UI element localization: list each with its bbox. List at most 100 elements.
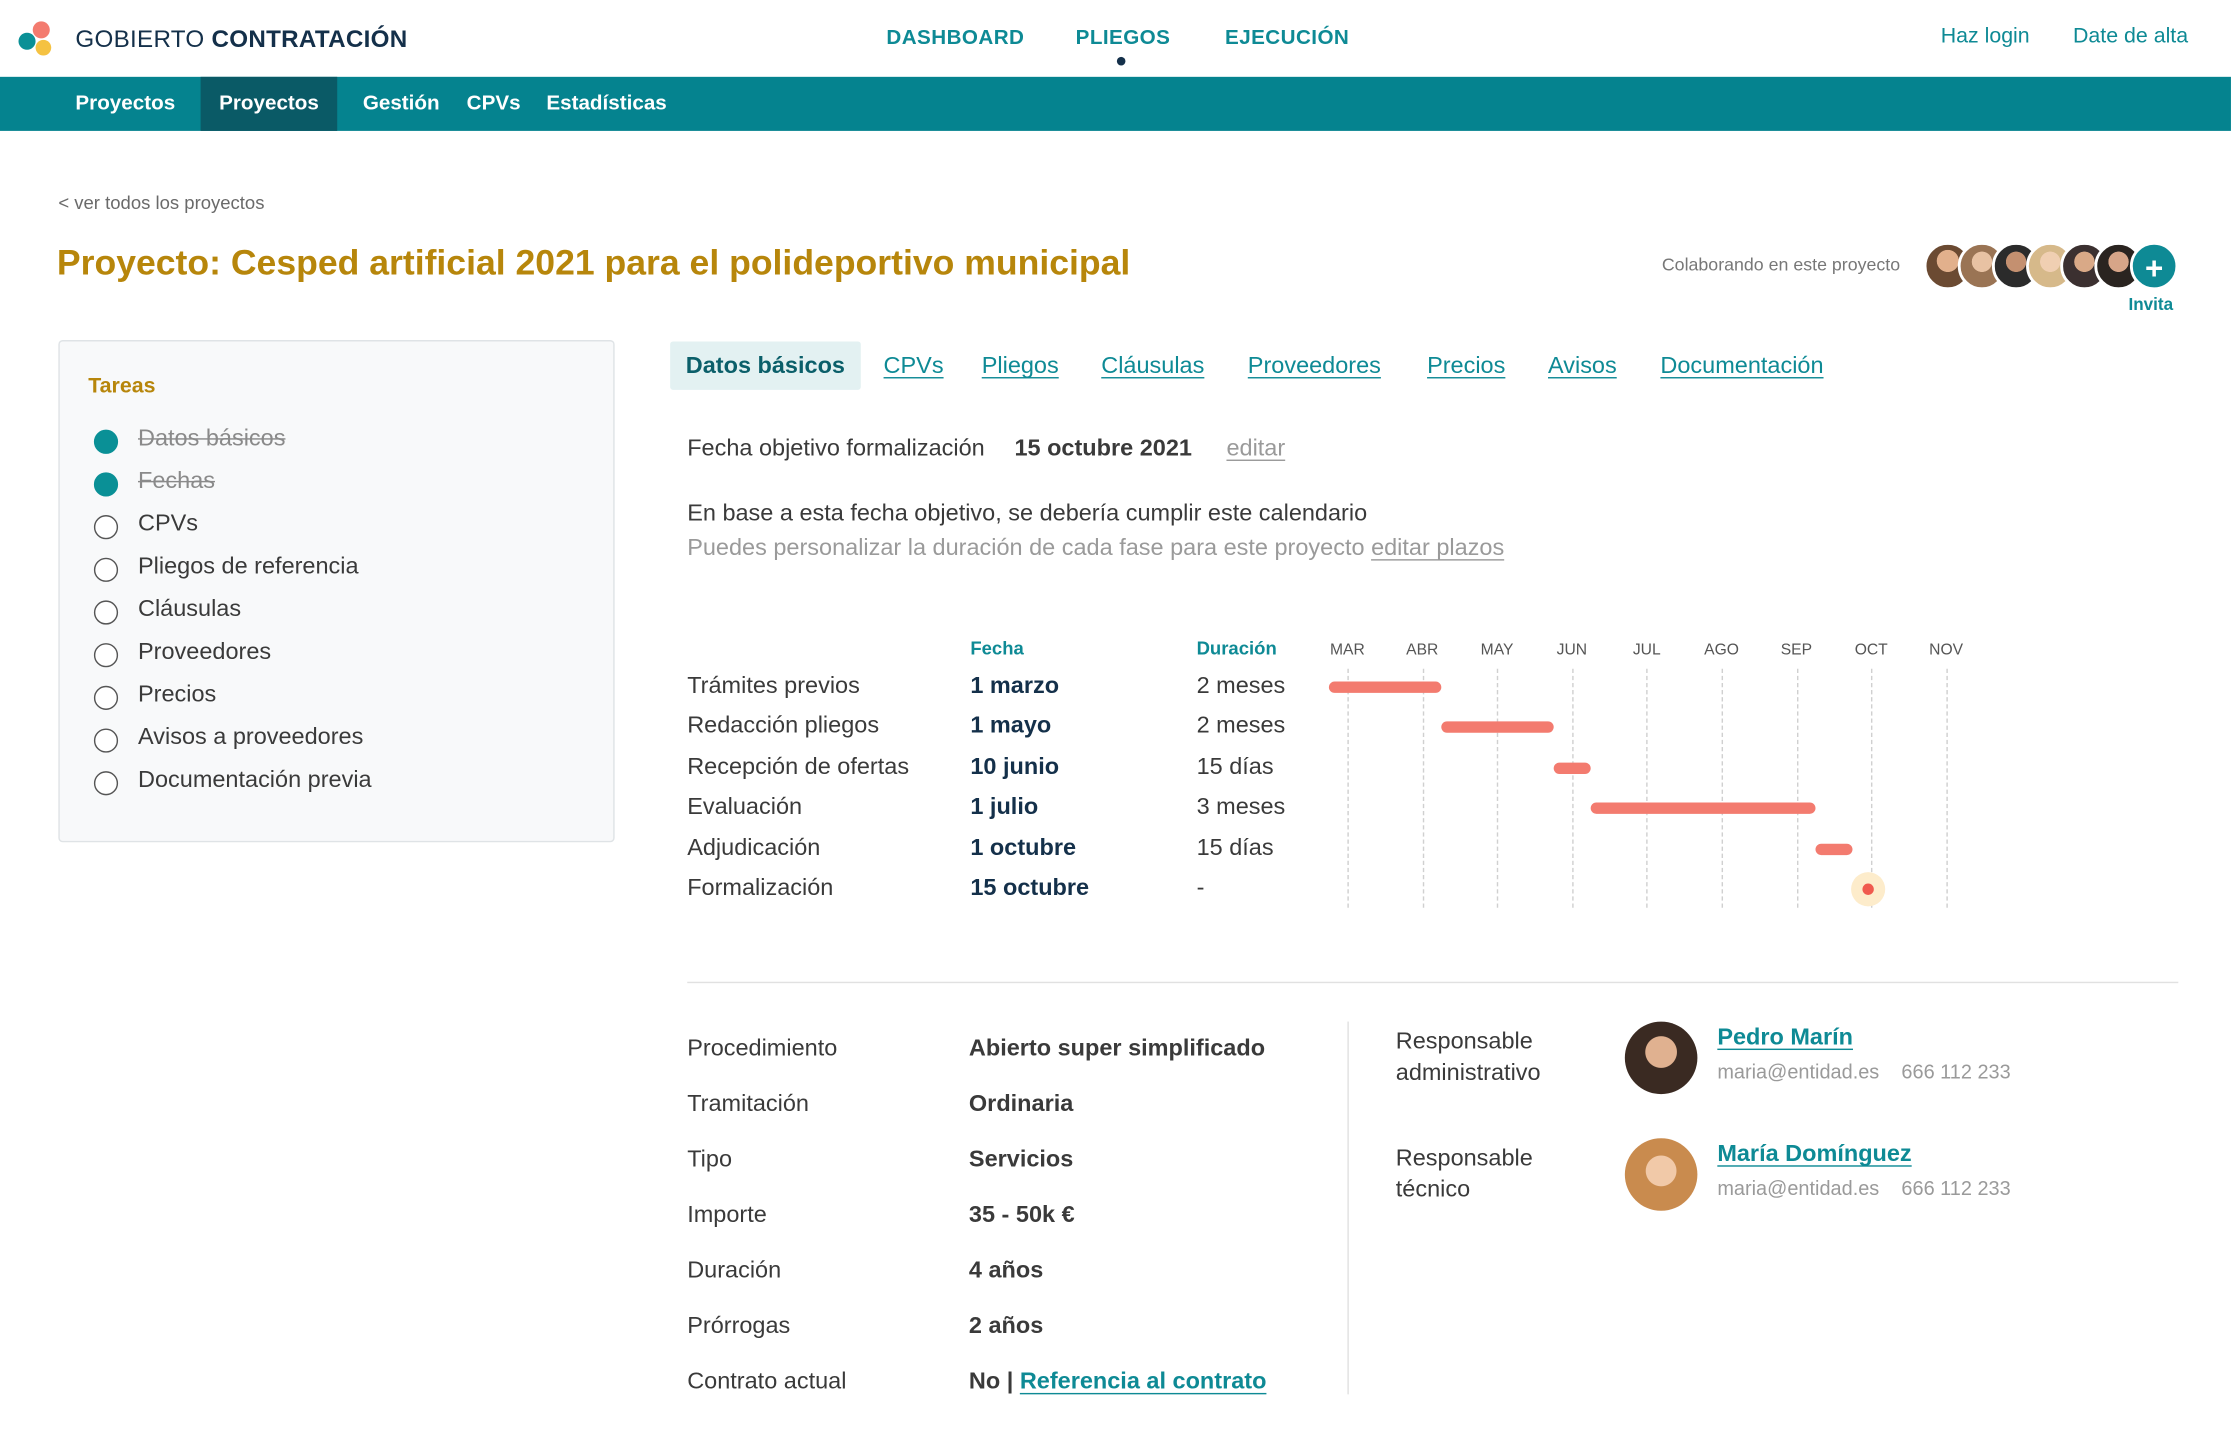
- tasks-panel: Tareas Datos básicos Fechas CPVs Pliegos de…: [58, 340, 615, 843]
- page: GOBIERTO CONTRATACIÓN DASHBOARD PLIEGOS …: [0, 0, 2231, 1441]
- subnav-gestion[interactable]: Gestión: [363, 77, 440, 131]
- task-unchecked-icon[interactable]: [93, 600, 119, 625]
- gantt-bar: [1590, 802, 1816, 815]
- sub-nav: Proyectos Proyectos Gestión CPVs Estadís…: [0, 76, 2231, 131]
- gantt-month-label: JUN: [1556, 641, 1588, 659]
- gantt-gridline: [1646, 668, 1649, 908]
- login-link[interactable]: Haz login: [1941, 24, 2030, 48]
- tab-avisos[interactable]: Avisos: [1548, 341, 1617, 389]
- phase-name: Formalización: [687, 875, 834, 901]
- task-unchecked-icon[interactable]: [93, 515, 119, 540]
- target-date-label: Fecha objetivo formalización: [687, 435, 985, 461]
- property-value: 2 años: [968, 1313, 1044, 1339]
- gantt-month-label: OCT: [1854, 641, 1888, 659]
- gantt-month-label: ABR: [1406, 641, 1439, 659]
- property-label: Duración: [687, 1257, 782, 1284]
- phase-name: Redacción pliegos: [687, 713, 880, 739]
- task-label: CPVs: [138, 510, 199, 537]
- property-label: Prórrogas: [687, 1313, 791, 1339]
- task-label: Precios: [138, 681, 217, 708]
- phase-date: 1 marzo: [970, 672, 1060, 699]
- responsible-phone: 666 112 233: [1901, 1176, 2011, 1200]
- responsible-phone: 666 112 233: [1901, 1059, 2011, 1083]
- task-unchecked-icon[interactable]: [93, 685, 119, 710]
- responsible-role: Responsable administrativo: [1395, 1028, 1541, 1086]
- responsible-name-link[interactable]: Pedro Marín: [1717, 1024, 1853, 1051]
- task-unchecked-icon[interactable]: [93, 643, 119, 668]
- nav-dashboard[interactable]: DASHBOARD: [886, 27, 1024, 50]
- task-checked-icon[interactable]: [93, 429, 119, 454]
- nav-ejecucion[interactable]: EJECUCIÓN: [1225, 27, 1349, 50]
- logo-icon[interactable]: [18, 20, 55, 57]
- gantt-header-duration: Duración: [1196, 637, 1277, 659]
- tab-cpvs[interactable]: CPVs: [884, 341, 944, 389]
- target-date-value: 15 octubre 2021: [1014, 435, 1192, 461]
- gantt-month-label: MAY: [1480, 641, 1514, 659]
- tab-documentacion[interactable]: Documentación: [1660, 341, 1823, 389]
- subnav-estadisticas[interactable]: Estadísticas: [546, 77, 666, 131]
- phase-duration: 2 meses: [1196, 672, 1286, 699]
- gantt-header-date: Fecha: [970, 637, 1024, 659]
- invite-button[interactable]: +: [2129, 241, 2179, 291]
- column-divider: [1347, 1021, 1349, 1395]
- tab-proveedores[interactable]: Proveedores: [1248, 341, 1381, 389]
- responsible-role: Responsable técnico: [1395, 1145, 1533, 1203]
- responsible-email[interactable]: maria@entidad.es: [1717, 1060, 1879, 1083]
- task-label: Pliegos de referencia: [138, 553, 359, 580]
- gantt-month-label: NOV: [1929, 641, 1964, 659]
- back-to-projects-link[interactable]: < ver todos los proyectos: [58, 192, 264, 213]
- property-label: Importe: [687, 1202, 767, 1228]
- responsible-contact: maria@entidad.es 666 112 233: [1717, 1177, 2010, 1200]
- top-header: GOBIERTO CONTRATACIÓN DASHBOARD PLIEGOS …: [0, 0, 2231, 77]
- subnav-cpvs[interactable]: CPVs: [467, 77, 521, 131]
- gantt-bar: [1328, 681, 1442, 693]
- phase-date: 15 octubre: [970, 875, 1090, 901]
- tab-pliegos[interactable]: Pliegos: [982, 341, 1059, 389]
- property-label: Tipo: [687, 1146, 733, 1173]
- responsible-name-link[interactable]: María Domínguez: [1717, 1141, 1911, 1168]
- phase-date: 1 julio: [970, 794, 1039, 820]
- gantt-bar: [1815, 843, 1853, 855]
- task-label: Fechas: [138, 468, 215, 494]
- collaborators-label: Colaborando en este proyecto: [1661, 254, 1901, 275]
- phase-name: Adjudicación: [687, 834, 821, 861]
- contract-reference-link[interactable]: Referencia al contrato: [1020, 1369, 1267, 1395]
- edit-deadlines-link[interactable]: editar plazos: [1371, 535, 1504, 561]
- subnav-proyectos[interactable]: Proyectos: [75, 77, 175, 131]
- property-label: Contrato actual: [687, 1368, 847, 1395]
- task-label: Cláusulas: [138, 596, 242, 622]
- tab-datos-basicos[interactable]: Datos básicos: [670, 341, 861, 390]
- signup-link[interactable]: Date de alta: [2073, 24, 2188, 48]
- tab-clausulas[interactable]: Cláusulas: [1101, 341, 1204, 389]
- edit-target-date-link[interactable]: editar: [1226, 435, 1285, 462]
- task-unchecked-icon[interactable]: [93, 728, 119, 753]
- phase-name: Trámites previos: [687, 672, 860, 699]
- property-value: 35 - 50k €: [968, 1202, 1075, 1228]
- brand-name[interactable]: GOBIERTO CONTRATACIÓN: [75, 26, 407, 54]
- task-unchecked-icon[interactable]: [93, 557, 119, 582]
- phase-duration: 2 meses: [1196, 713, 1286, 739]
- property-value: 4 años: [968, 1257, 1044, 1284]
- invite-label[interactable]: Invita: [2129, 295, 2174, 315]
- property-value: Servicios: [968, 1146, 1074, 1173]
- property-value: Ordinaria: [968, 1091, 1074, 1117]
- gantt-month-label: JUL: [1632, 641, 1661, 659]
- task-unchecked-icon[interactable]: [93, 771, 119, 796]
- gantt-gridline: [1497, 668, 1499, 908]
- section-divider: [687, 981, 2179, 984]
- responsible-avatar: [1624, 1138, 1698, 1211]
- tab-precios[interactable]: Precios: [1427, 341, 1505, 389]
- gantt-bar: [1553, 762, 1591, 774]
- gantt-month-label: AGO: [1704, 641, 1739, 659]
- phase-date: 10 junio: [970, 753, 1060, 780]
- phase-name: Evaluación: [687, 794, 803, 820]
- property-label: Procedimiento: [687, 1035, 838, 1062]
- task-checked-icon[interactable]: [93, 472, 119, 497]
- phase-date: 1 mayo: [970, 713, 1052, 739]
- phase-date: 1 octubre: [970, 834, 1077, 861]
- nav-pliegos[interactable]: PLIEGOS: [1076, 27, 1171, 50]
- subnav-proyectos-active[interactable]: Proyectos: [200, 76, 338, 131]
- page-title: Proyecto: Cesped artificial 2021 para el…: [56, 243, 1131, 284]
- responsible-email[interactable]: maria@entidad.es: [1717, 1177, 1879, 1200]
- gantt-gridline: [1347, 668, 1349, 908]
